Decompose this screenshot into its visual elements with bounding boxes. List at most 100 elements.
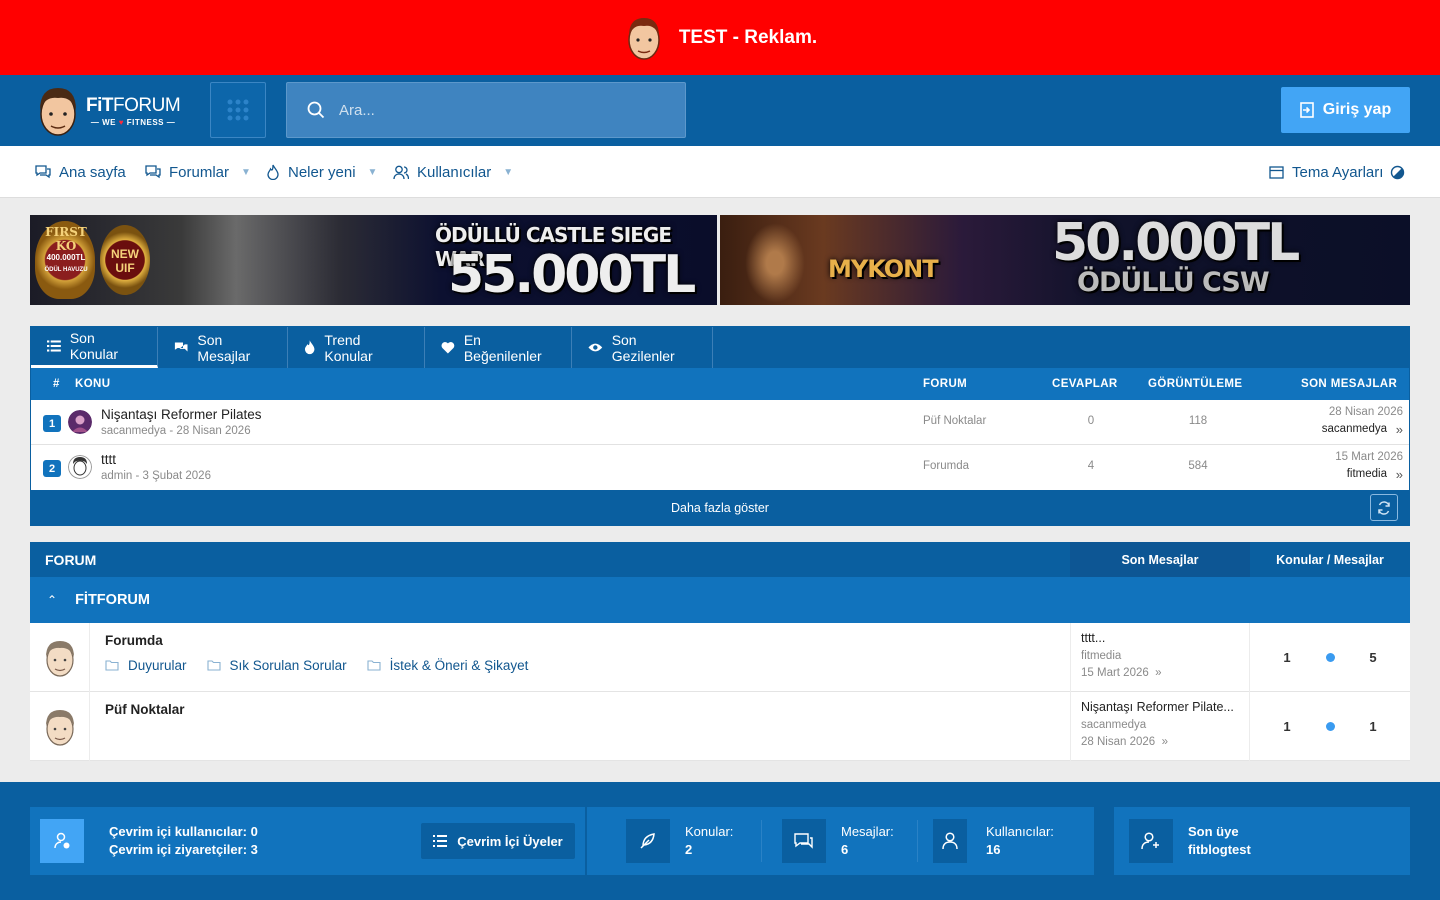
chevron-down-icon[interactable]: ▼ — [368, 167, 378, 178]
forum-title-link[interactable]: Forumda — [105, 633, 163, 648]
badge-prize-pool-label: ÖDÜL HAVUZU — [44, 267, 88, 273]
badge-new-uif-label: NEW UIF — [111, 247, 139, 275]
last-post-date: 15 Mart 2026 — [1335, 451, 1403, 463]
character-art — [745, 223, 805, 303]
avatar[interactable] — [68, 455, 92, 479]
online-users-count: 0 — [250, 824, 258, 839]
table-row[interactable]: 2 tttt admin - 3 Şubat 2026 Forumda 4 58… — [31, 445, 1409, 490]
nav-home[interactable]: Ana sayfa — [35, 146, 126, 198]
subforum-label: Duyurular — [128, 658, 187, 673]
table-row[interactable]: 1 Nişantaşı Reformer Pilates sacanmedya … — [31, 400, 1409, 445]
tab-latest-topics[interactable]: Son Konular — [31, 327, 158, 368]
show-more-button[interactable]: Daha fazla göster — [671, 501, 769, 515]
topic-forum-link[interactable]: Püf Noktalar — [923, 415, 986, 427]
login-button[interactable]: Giriş yap — [1281, 87, 1410, 133]
tab-latest-posts-label: Son Mesajlar — [197, 331, 251, 364]
mascot-face-icon — [628, 17, 660, 60]
col-views: GÖRÜNTÜLEME — [1148, 378, 1243, 390]
search-input[interactable] — [339, 101, 659, 119]
list-icon — [433, 835, 448, 847]
dot-separator — [1325, 722, 1335, 731]
topic-views: 584 — [1188, 460, 1208, 472]
col-num: # — [53, 378, 60, 390]
window-icon — [1269, 165, 1284, 179]
refresh-button[interactable] — [1370, 494, 1398, 521]
online-guests-label: Çevrim içi ziyaretçiler: — [109, 842, 248, 857]
newest-member-label: Son üye — [1188, 824, 1239, 839]
subforum-link[interactable]: Duyurular — [105, 658, 187, 673]
promo-banner-1[interactable]: FIRST KO 400.000TL ÖDÜL HAVUZU NEW UIF Ö… — [30, 215, 717, 305]
folder-icon — [367, 660, 381, 671]
badge-first-ko-label: FIRST KO — [45, 225, 87, 253]
promo-banner-2[interactable]: MYKONT 50.000TL ÖDÜLLÜ CSW — [720, 215, 1410, 305]
forum-stats: 1 5 — [1250, 623, 1410, 692]
double-chevron-right-icon: » — [1151, 667, 1162, 679]
topics-label: Konular: — [685, 824, 734, 839]
topic-title-link[interactable]: Nişantaşı Reformer Pilates — [101, 407, 262, 422]
messages-icon — [782, 819, 826, 863]
forum-mascot-icon — [45, 640, 74, 677]
eye-icon — [588, 343, 603, 352]
subforum-link[interactable]: Sık Sorulan Sorular — [206, 658, 347, 673]
site-logo[interactable]: FiTFORUM — WE ♥ FITNESS — — [36, 83, 186, 139]
last-post-user[interactable]: fitmedia — [1081, 650, 1239, 662]
tab-trending[interactable]: Trend Konular — [288, 327, 425, 368]
double-chevron-right-icon[interactable]: » — [1396, 422, 1403, 437]
forum-list-header: FORUM Son Mesajlar Konular / Mesajlar — [30, 542, 1410, 577]
theme-settings[interactable]: Tema Ayarları — [1269, 146, 1383, 198]
main-nav: Ana sayfa Forumlar ▼ Neler yeni ▼ Kullan… — [0, 146, 1440, 198]
last-post-title-link[interactable]: tttt... — [1081, 631, 1239, 645]
forum-icon-cell — [30, 623, 90, 692]
last-post-user[interactable]: sacanmedya — [1322, 423, 1387, 435]
totals-box: Konular: 2 Mesajlar: 6 Kullanıcılar: 16 — [587, 807, 1094, 875]
ad-banner[interactable]: TEST - Reklam. — [0, 0, 1440, 75]
tab-latest-topics-label: Son Konular — [69, 330, 119, 362]
double-chevron-right-icon[interactable]: » — [1396, 467, 1403, 482]
topic-meta: sacanmedya - 28 Nisan 2026 — [101, 425, 251, 437]
forum-title-link[interactable]: Püf Noktalar — [105, 702, 185, 717]
chevron-down-icon[interactable]: ▼ — [503, 167, 513, 178]
users-label: Kullanıcılar: — [986, 824, 1054, 839]
nav-whats-new[interactable]: Neler yeni ▼ — [266, 146, 377, 198]
nav-forums[interactable]: Forumlar ▼ — [145, 146, 251, 198]
users-count: 16 — [986, 842, 1001, 857]
double-chevron-right-icon: » — [1158, 736, 1168, 748]
show-more-bar: Daha fazla göster — [31, 490, 1409, 525]
search-box[interactable] — [286, 82, 686, 138]
last-post-title-link[interactable]: Nişantaşı Reformer Pilate... — [1081, 700, 1239, 714]
online-members-label: Çevrim İçi Üyeler — [457, 833, 563, 849]
col-topic: KONU — [75, 378, 111, 390]
theme-toggle[interactable] — [1390, 146, 1405, 198]
topics-stat: Konular: 2 — [685, 823, 733, 859]
forum-mascot-icon — [45, 709, 74, 746]
forum-row[interactable]: Püf Noktalar Nişantaşı Reformer Pilate..… — [30, 692, 1410, 761]
tab-latest-posts[interactable]: Son Mesajlar — [158, 327, 288, 368]
avatar[interactable] — [68, 410, 92, 434]
online-members-button[interactable]: Çevrim İçi Üyeler — [421, 823, 575, 859]
last-post-user[interactable]: fitmedia — [1347, 468, 1387, 480]
tab-most-liked[interactable]: En Beğenilenler — [425, 327, 572, 368]
last-post-date-line[interactable]: 15 Mart 2026 » — [1081, 667, 1239, 679]
tab-recently-viewed[interactable]: Son Gezilenler — [572, 327, 713, 368]
category-header[interactable]: ⌃ FİTFORUM — [30, 577, 1410, 623]
chevron-down-icon[interactable]: ▼ — [241, 167, 251, 178]
col-replies: CEVAPLAR — [1052, 378, 1118, 390]
subforum-link[interactable]: İstek & Öneri & Şikayet — [367, 658, 528, 673]
last-post-date-line[interactable]: 28 Nisan 2026 » — [1081, 736, 1239, 748]
last-post-date: 15 Mart 2026 — [1081, 667, 1149, 679]
newest-member-link[interactable]: fitblogtest — [1188, 841, 1251, 859]
topics-count: 2 — [685, 842, 693, 857]
last-post-user[interactable]: sacanmedya — [1081, 719, 1239, 731]
topic-title-link[interactable]: tttt — [101, 452, 116, 467]
collapse-icon[interactable]: ⌃ — [47, 593, 57, 607]
nav-users-label: Kullanıcılar — [417, 163, 492, 181]
forum-row[interactable]: Forumda Duyurular Sık Sorulan Sorular İs… — [30, 623, 1410, 692]
subforum-list: Duyurular Sık Sorulan Sorular İstek & Ön… — [105, 658, 528, 673]
forum-header-label: FORUM — [45, 552, 97, 568]
nav-users[interactable]: Kullanıcılar ▼ — [393, 146, 513, 198]
category-title[interactable]: FİTFORUM — [75, 592, 150, 608]
apps-grid-button[interactable] — [210, 82, 266, 138]
last-post-date: 28 Nisan 2026 — [1328, 406, 1403, 418]
folder-icon — [105, 660, 119, 671]
topic-forum-link[interactable]: Forumda — [923, 460, 969, 472]
